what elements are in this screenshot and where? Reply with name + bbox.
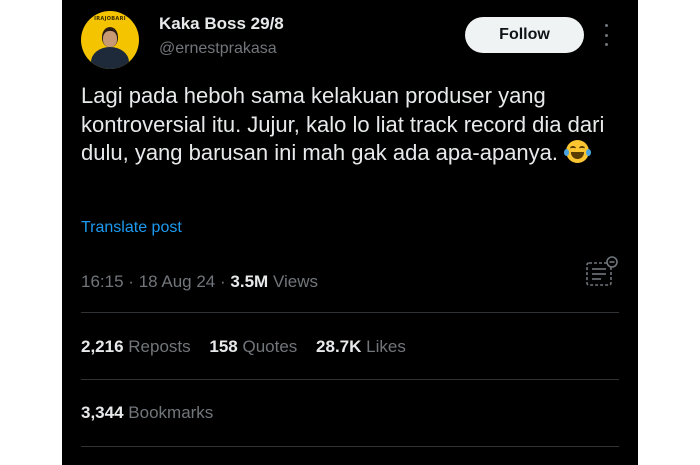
author-handle[interactable]: @ernestprakasa [159, 40, 277, 58]
divider [81, 379, 619, 380]
quotes-stat[interactable]: 158 Quotes [209, 337, 297, 356]
more-options-icon[interactable] [600, 24, 612, 46]
laughing-tears-emoji [564, 140, 592, 163]
author-display-name[interactable]: Kaka Boss 29/8 [159, 14, 284, 34]
post-detail: IRAJOBARI Kaka Boss 29/8 @ernestprakasa … [62, 0, 638, 465]
bookmarks-line: 3,344 Bookmarks [81, 403, 227, 423]
post-time[interactable]: 16:15 [81, 272, 124, 291]
likes-stat[interactable]: 28.7K Likes [316, 337, 406, 356]
engagement-stats: 2,216 Reposts 158 Quotes 28.7K Likes [81, 337, 420, 357]
follow-button[interactable]: Follow [465, 17, 584, 53]
post-date[interactable]: 18 Aug 24 [139, 272, 216, 291]
avatar[interactable]: IRAJOBARI [81, 11, 139, 69]
post-text: Lagi pada heboh sama kelakuan produser y… [81, 82, 611, 168]
bookmarks-stat[interactable]: 3,344 Bookmarks [81, 403, 213, 422]
avatar-logo-text: IRAJOBARI [94, 16, 126, 22]
divider [81, 446, 619, 447]
community-notes-icon[interactable] [584, 256, 620, 290]
post-meta: 16:15 · 18 Aug 24 · 3.5M Views [81, 272, 318, 292]
views-count: 3.5M [230, 272, 269, 291]
translate-post-link[interactable]: Translate post [81, 219, 182, 237]
post-text-content: Lagi pada heboh sama kelakuan produser y… [81, 83, 605, 165]
divider [81, 312, 619, 313]
meta-separator: · [220, 272, 226, 291]
reposts-stat[interactable]: 2,216 Reposts [81, 337, 191, 356]
views-label: Views [272, 272, 318, 291]
meta-separator: · [128, 272, 134, 291]
